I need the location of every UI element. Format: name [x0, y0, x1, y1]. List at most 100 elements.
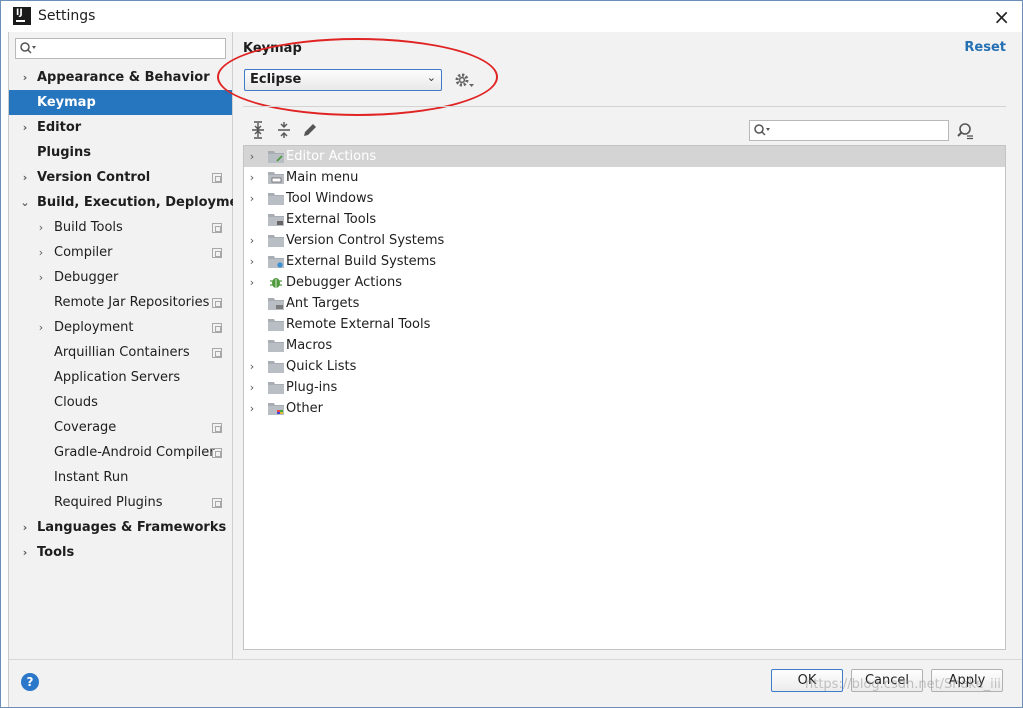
close-icon[interactable]: ×: [993, 5, 1010, 29]
sidebar-item[interactable]: › Version Control: [9, 165, 232, 190]
action-search-input[interactable]: [772, 122, 944, 139]
chevron-right-icon[interactable]: ›: [19, 115, 31, 140]
chevron-right-icon[interactable]: ›: [19, 165, 31, 190]
chevron-right-icon[interactable]: ›: [19, 65, 31, 90]
chevron-right-icon[interactable]: ›: [246, 230, 258, 251]
chevron-right-icon[interactable]: ›: [246, 188, 258, 209]
chevron-right-icon[interactable]: ›: [35, 265, 47, 290]
collapse-all-icon[interactable]: [275, 121, 293, 139]
project-scope-icon: [212, 348, 222, 358]
sidebar-item[interactable]: Required Plugins: [9, 490, 232, 515]
sidebar-item[interactable]: Keymap: [9, 90, 232, 115]
sidebar-item[interactable]: Gradle-Android Compiler: [9, 440, 232, 465]
sidebar-item[interactable]: Remote Jar Repositories: [9, 290, 232, 315]
action-tree-row[interactable]: › Debugger Actions: [244, 272, 1005, 293]
window-title: Settings: [38, 8, 96, 24]
action-tree-row[interactable]: Remote External Tools: [244, 314, 1005, 335]
action-tree-row[interactable]: › Plug-ins: [244, 377, 1005, 398]
sidebar-item[interactable]: Coverage: [9, 415, 232, 440]
action-tree-row[interactable]: External Tools: [244, 209, 1005, 230]
chevron-right-icon[interactable]: ›: [246, 146, 258, 167]
apply-button[interactable]: Apply: [931, 669, 1003, 692]
cancel-button[interactable]: Cancel: [851, 669, 923, 692]
project-scope-icon: [212, 298, 222, 308]
ok-button[interactable]: OK: [771, 669, 843, 692]
action-tree-label: Editor Actions: [286, 149, 377, 164]
sidebar-item-label: Plugins: [37, 145, 91, 160]
chevron-right-icon[interactable]: ›: [246, 356, 258, 377]
intellij-app-icon: IJ: [13, 7, 31, 25]
chevron-right-icon[interactable]: ›: [19, 540, 31, 565]
find-by-shortcut-icon[interactable]: [955, 121, 975, 141]
sidebar-item-label: Deployment: [54, 320, 134, 335]
gear-icon[interactable]: [454, 71, 476, 89]
sidebar-item[interactable]: Instant Run: [9, 465, 232, 490]
sidebar-item[interactable]: › Deployment: [9, 315, 232, 340]
sidebar-search-input[interactable]: [38, 40, 223, 57]
action-tree-row[interactable]: › Quick Lists: [244, 356, 1005, 377]
sidebar-item-label: Compiler: [54, 245, 113, 260]
chevron-right-icon[interactable]: ›: [246, 377, 258, 398]
sidebar-item-label: Appearance & Behavior: [37, 70, 210, 85]
action-tree-row[interactable]: Macros: [244, 335, 1005, 356]
action-tree-row[interactable]: Ant Targets: [244, 293, 1005, 314]
sidebar-search-box[interactable]: [15, 38, 226, 59]
chevron-right-icon[interactable]: ›: [246, 167, 258, 188]
sidebar-item-label: Arquillian Containers: [54, 345, 190, 360]
chevron-right-icon[interactable]: ›: [19, 515, 31, 540]
chevron-down-icon: ⌄: [426, 71, 436, 84]
action-tree-row[interactable]: › External Build Systems: [244, 251, 1005, 272]
sidebar-item[interactable]: › Appearance & Behavior: [9, 65, 232, 90]
chevron-right-icon[interactable]: ›: [246, 398, 258, 419]
sidebar-item[interactable]: Clouds: [9, 390, 232, 415]
sidebar-item[interactable]: ⌄ Build, Execution, Deployment: [9, 190, 253, 215]
chevron-right-icon[interactable]: ›: [35, 315, 47, 340]
sidebar-item[interactable]: Plugins: [9, 140, 232, 165]
chevron-right-icon[interactable]: ›: [35, 215, 47, 240]
keymap-actions-tree: › Editor Actions › Main menu › Tool Windows Ex…: [243, 145, 1006, 650]
action-tree-label: Quick Lists: [286, 359, 357, 374]
action-tree-label: External Tools: [286, 212, 377, 227]
action-search-box[interactable]: [749, 120, 949, 141]
sidebar-item[interactable]: Application Servers: [9, 365, 232, 390]
chevron-down-icon[interactable]: ⌄: [19, 190, 31, 215]
sidebar-item[interactable]: › Compiler: [9, 240, 232, 265]
sidebar-item[interactable]: › Build Tools: [9, 215, 232, 240]
keymap-selected-value: Eclipse: [250, 72, 302, 87]
chevron-right-icon[interactable]: ›: [246, 272, 258, 293]
action-tree-label: Tool Windows: [286, 191, 374, 206]
action-tree-label: Remote External Tools: [286, 317, 431, 332]
chevron-right-icon[interactable]: ›: [246, 251, 258, 272]
keymap-panel: Keymap Reset Eclipse ⌄ › Editor Actions …: [217, 32, 1022, 659]
action-tree-label: Other: [286, 401, 323, 416]
sidebar-item-label: Debugger: [54, 270, 119, 285]
edit-pencil-icon[interactable]: [301, 121, 319, 139]
project-scope-icon: [212, 173, 222, 183]
sidebar-item-label: Build Tools: [54, 220, 123, 235]
project-scope-icon: [212, 448, 222, 458]
action-tree-row[interactable]: › Other: [244, 398, 1005, 419]
action-tree-row[interactable]: › Version Control Systems: [244, 230, 1005, 251]
help-icon[interactable]: ?: [21, 673, 39, 691]
action-tree-label: Plug-ins: [286, 380, 338, 395]
sidebar-item-label: Tools: [37, 545, 75, 560]
sidebar-item-label: Build, Execution, Deployment: [37, 195, 254, 210]
action-tree-label: Debugger Actions: [286, 275, 402, 290]
sidebar-item[interactable]: › Tools: [9, 540, 232, 565]
keymap-dropdown[interactable]: Eclipse ⌄: [244, 69, 442, 91]
chevron-right-icon[interactable]: ›: [35, 240, 47, 265]
title-bar: IJ Settings ×: [1, 1, 1022, 32]
action-tree-label: External Build Systems: [286, 254, 437, 269]
action-tree-label: Version Control Systems: [286, 233, 445, 248]
sidebar-item[interactable]: › Editor: [9, 115, 232, 140]
action-tree-row[interactable]: › Main menu: [244, 167, 1005, 188]
sidebar-item[interactable]: Arquillian Containers: [9, 340, 232, 365]
action-tree-row[interactable]: › Tool Windows: [244, 188, 1005, 209]
sidebar-item[interactable]: › Languages & Frameworks: [9, 515, 232, 540]
action-tree-row[interactable]: › Editor Actions: [244, 146, 1005, 167]
project-scope-icon: [212, 423, 222, 433]
expand-all-icon[interactable]: [249, 121, 267, 139]
reset-link[interactable]: Reset: [964, 40, 1006, 55]
sidebar-item-label: Required Plugins: [54, 495, 163, 510]
sidebar-item[interactable]: › Debugger: [9, 265, 232, 290]
